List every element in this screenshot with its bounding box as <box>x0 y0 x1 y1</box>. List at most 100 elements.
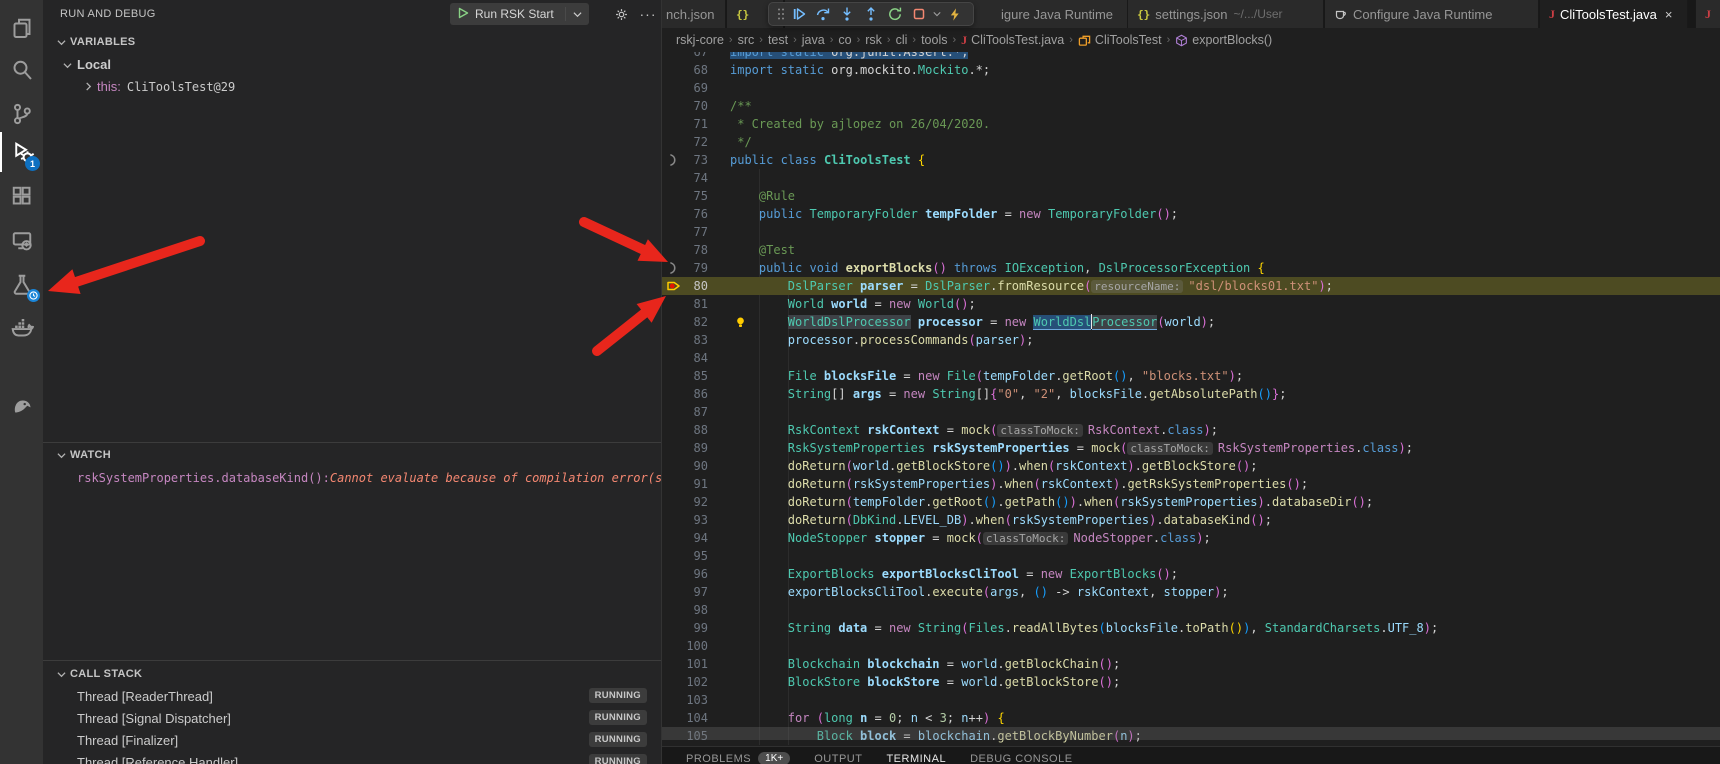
code-line-67[interactable]: 67import static org.junit.Assert.*; <box>662 52 1720 61</box>
breakpoint-margin[interactable] <box>662 475 684 493</box>
code-line-91[interactable]: 91 doReturn(rskSystemProperties).when(rs… <box>662 475 1720 493</box>
code-line-70[interactable]: 70/** <box>662 97 1720 115</box>
watch-expression-row[interactable]: rskSystemProperties.databaseKind(): Cann… <box>43 468 661 487</box>
breadcrumb-item-test[interactable]: test <box>768 33 788 47</box>
gutter-arc-icon[interactable] <box>662 259 684 277</box>
code-line-68[interactable]: 68import static org.mockito.Mockito.*; <box>662 61 1720 79</box>
lightbulb-icon[interactable] <box>734 315 747 332</box>
tab-clitoolstest-java[interactable]: J CliToolsTest.java × <box>1540 0 1688 28</box>
breakpoint-margin[interactable] <box>662 511 684 529</box>
chevron-down-icon[interactable] <box>565 7 589 21</box>
breakpoint-margin[interactable] <box>662 619 684 637</box>
variable-this-row[interactable]: this: CliToolsTest@29 <box>43 77 661 96</box>
breakpoint-margin[interactable] <box>662 367 684 385</box>
breadcrumb-item-cli[interactable]: cli <box>896 33 908 47</box>
tab-settings-json[interactable]: {} settings.json ~/.../User <box>1128 0 1324 28</box>
code-line-88[interactable]: 88 RskContext rskContext = mock(classToM… <box>662 421 1720 439</box>
hot-code-replace-icon[interactable] <box>943 3 967 25</box>
breakpoint-margin[interactable] <box>662 223 684 241</box>
breadcrumb-item-rskj-core[interactable]: rskj-core <box>676 33 724 47</box>
breakpoint-margin[interactable] <box>662 97 684 115</box>
tab-partial[interactable]: J <box>1695 0 1720 28</box>
code-line-82[interactable]: 82 WorldDslProcessor processor = new Wor… <box>662 313 1720 331</box>
breakpoint-margin[interactable] <box>662 529 684 547</box>
gutter-arc-icon[interactable] <box>662 151 684 169</box>
breakpoint-margin[interactable] <box>662 187 684 205</box>
testing-icon[interactable] <box>0 264 43 304</box>
code-line-103[interactable]: 103 <box>662 691 1720 709</box>
call-stack-section-header[interactable]: CALL STACK <box>43 665 661 683</box>
code-line-85[interactable]: 85 File blocksFile = new File(tempFolder… <box>662 367 1720 385</box>
continue-icon[interactable] <box>787 3 811 25</box>
breakpoint-margin[interactable] <box>662 547 684 565</box>
breakpoint-margin[interactable] <box>662 295 684 313</box>
breakpoint-margin[interactable] <box>662 565 684 583</box>
breakpoint-margin[interactable] <box>662 52 684 61</box>
restart-icon[interactable] <box>883 3 907 25</box>
breadcrumb-item-clitoolstest-java[interactable]: JCliToolsTest.java <box>961 33 1064 48</box>
code-line-98[interactable]: 98 <box>662 601 1720 619</box>
call-stack-thread-row[interactable]: Thread [Signal Dispatcher]RUNNING <box>43 708 661 728</box>
source-control-icon[interactable] <box>0 94 43 134</box>
toolbar-drag-handle[interactable] <box>775 3 787 25</box>
breakpoint-margin[interactable] <box>662 457 684 475</box>
current-execution-pointer-icon[interactable] <box>662 277 684 295</box>
breakpoint-margin[interactable] <box>662 673 684 691</box>
gear-icon[interactable] <box>612 5 630 23</box>
variables-section-header[interactable]: VARIABLES <box>43 33 661 51</box>
panel-tab-terminal[interactable]: TERMINAL <box>886 747 946 764</box>
panel-tab-problems[interactable]: PROBLEMS 1K+ <box>686 746 790 764</box>
code-line-87[interactable]: 87 <box>662 403 1720 421</box>
code-line-80[interactable]: 80 DslParser parser = DslParser.fromReso… <box>662 277 1720 295</box>
extensions-icon[interactable] <box>0 176 43 216</box>
step-out-icon[interactable] <box>859 3 883 25</box>
code-line-73[interactable]: 73public class CliToolsTest { <box>662 151 1720 169</box>
remote-explorer-icon[interactable] <box>0 220 43 260</box>
tab-configure-java-runtime[interactable]: Configure Java Runtime <box>1325 0 1539 28</box>
code-line-86[interactable]: 86 String[] args = new String[]{"0", "2"… <box>662 385 1720 403</box>
explorer-icon[interactable] <box>0 8 43 48</box>
breadcrumb-item-clitoolstest[interactable]: CliToolsTest <box>1078 33 1162 47</box>
code-line-95[interactable]: 95 <box>662 547 1720 565</box>
stop-icon[interactable] <box>907 3 931 25</box>
breakpoint-margin[interactable] <box>662 205 684 223</box>
code-line-99[interactable]: 99 String data = new String(Files.readAl… <box>662 619 1720 637</box>
code-line-72[interactable]: 72 */ <box>662 133 1720 151</box>
docker-icon[interactable] <box>0 308 43 348</box>
code-line-104[interactable]: 104 for (long n = 0; n < 3; n++) { <box>662 709 1720 727</box>
variables-scope-local[interactable]: Local <box>43 55 661 74</box>
code-line-77[interactable]: 77 <box>662 223 1720 241</box>
code-line-83[interactable]: 83 processor.processCommands(parser); <box>662 331 1720 349</box>
code-line-79[interactable]: 79 public void exportBlocks() throws IOE… <box>662 259 1720 277</box>
breakpoint-margin[interactable] <box>662 169 684 187</box>
code-editor[interactable]: 67import static org.junit.Assert.*;68imp… <box>662 52 1720 746</box>
breakpoint-margin[interactable] <box>662 349 684 367</box>
code-line-100[interactable]: 100 <box>662 637 1720 655</box>
code-line-102[interactable]: 102 BlockStore blockStore = world.getBlo… <box>662 673 1720 691</box>
call-stack-thread-row[interactable]: Thread [Reference Handler]RUNNING <box>43 752 661 764</box>
breakpoint-margin[interactable] <box>662 583 684 601</box>
code-line-81[interactable]: 81 World world = new World(); <box>662 295 1720 313</box>
run-debug-icon[interactable]: 1 <box>0 132 43 172</box>
breakpoint-margin[interactable] <box>662 241 684 259</box>
breakpoint-margin[interactable] <box>662 79 684 97</box>
close-icon[interactable]: × <box>1665 7 1673 22</box>
panel-tab-output[interactable]: OUTPUT <box>814 747 862 764</box>
breakpoint-margin[interactable] <box>662 133 684 151</box>
code-line-96[interactable]: 96 ExportBlocks exportBlocksCliTool = ne… <box>662 565 1720 583</box>
code-line-97[interactable]: 97 exportBlocksCliTool.execute(args, () … <box>662 583 1720 601</box>
stop-dropdown-chevron-icon[interactable] <box>931 3 943 25</box>
horizontal-scrollbar[interactable] <box>662 727 1720 740</box>
breadcrumb-item-co[interactable]: co <box>838 33 851 47</box>
more-actions-icon[interactable]: ··· <box>639 5 657 23</box>
breakpoint-margin[interactable] <box>662 385 684 403</box>
gradle-icon[interactable] <box>0 385 43 425</box>
search-icon[interactable] <box>0 50 43 90</box>
start-debug-icon[interactable] <box>457 7 469 22</box>
code-line-84[interactable]: 84 <box>662 349 1720 367</box>
breakpoint-margin[interactable] <box>662 403 684 421</box>
breakpoint-margin[interactable] <box>662 439 684 457</box>
call-stack-thread-row[interactable]: Thread [ReaderThread]RUNNING <box>43 686 661 706</box>
tab-launch-json[interactable]: nch.json <box>662 0 726 28</box>
step-over-icon[interactable] <box>811 3 835 25</box>
